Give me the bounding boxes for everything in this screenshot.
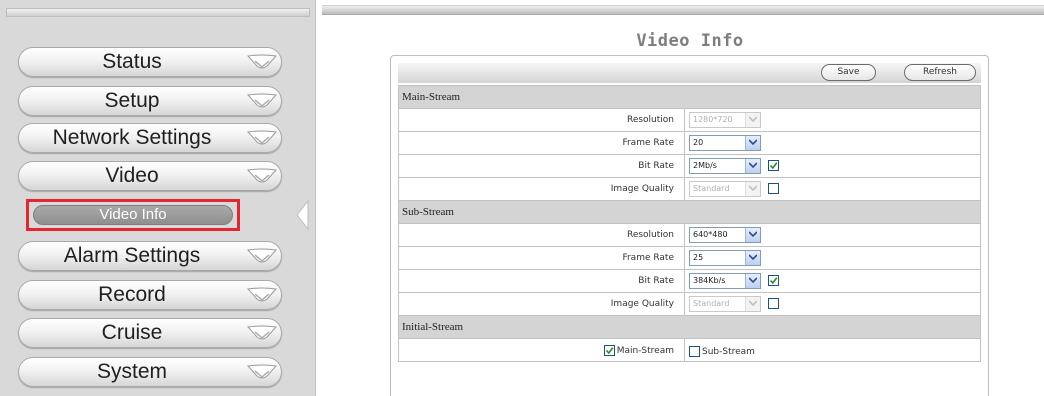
main-resolution-label: Resolution bbox=[398, 108, 685, 132]
table-row: Bit Rate 2Mb/s bbox=[398, 154, 981, 178]
chevron-down-icon bbox=[247, 287, 277, 302]
main-stream-header: Main-Stream bbox=[398, 85, 981, 109]
sub-frame-rate-select[interactable]: 25 bbox=[689, 249, 761, 266]
nav-item-label: Status bbox=[102, 50, 162, 73]
table-row: Resolution 1280*720 bbox=[398, 108, 981, 132]
sub-stream-header: Sub-Stream bbox=[398, 200, 981, 224]
main-image-quality-value: Standard bbox=[693, 183, 730, 193]
main-image-quality-label: Image Quality bbox=[398, 177, 685, 201]
chevron-down-icon bbox=[247, 168, 277, 183]
initial-sub-stream-checkbox[interactable] bbox=[689, 346, 700, 357]
sub-bit-rate-checkbox[interactable] bbox=[768, 275, 780, 287]
sub-image-quality-select: Standard bbox=[689, 295, 761, 312]
section-row: Initial-Stream bbox=[398, 315, 981, 339]
sub-bit-rate-select[interactable]: 384Kb/s bbox=[689, 272, 761, 289]
page-title: Video Info bbox=[636, 31, 744, 51]
main-resolution-select: 1280*720 bbox=[689, 111, 761, 128]
main-resolution-value: 1280*720 bbox=[693, 114, 733, 124]
dropdown-arrow-icon bbox=[745, 227, 760, 242]
table-row: Image Quality Standard bbox=[398, 177, 981, 201]
section-row: Main-Stream bbox=[398, 85, 981, 109]
nav-item-label: Alarm Settings bbox=[63, 244, 201, 267]
nav-subitem-video-info[interactable]: Video Info bbox=[33, 205, 233, 225]
sidebar-top-bar bbox=[6, 8, 310, 17]
chevron-down-icon bbox=[247, 248, 277, 263]
checkmark-icon bbox=[770, 277, 778, 285]
chevron-down-icon bbox=[247, 130, 277, 145]
dropdown-arrow-icon bbox=[745, 250, 760, 265]
nav-item-label: Cruise bbox=[101, 321, 163, 344]
sub-resolution-label: Resolution bbox=[398, 223, 685, 247]
table-row: Frame Rate 20 bbox=[398, 131, 981, 155]
dropdown-arrow-icon bbox=[745, 158, 760, 173]
chevron-down-icon bbox=[247, 325, 277, 340]
dropdown-arrow-icon bbox=[745, 273, 760, 288]
main-bit-rate-value: 2Mb/s bbox=[693, 160, 717, 170]
nav-item-record[interactable]: Record bbox=[18, 280, 282, 310]
initial-main-stream-checkbox[interactable] bbox=[603, 344, 615, 356]
collapse-left-arrow-icon[interactable] bbox=[294, 199, 310, 231]
sidebar-nav: Status Setup Network Settings Video Vide… bbox=[0, 0, 316, 396]
checkmark-icon bbox=[770, 162, 778, 170]
main-image-quality-select: Standard bbox=[689, 180, 761, 197]
sub-bit-rate-label: Bit Rate bbox=[398, 269, 685, 293]
table-row: Image Quality Standard bbox=[398, 292, 981, 316]
nav-item-cruise[interactable]: Cruise bbox=[18, 318, 282, 348]
nav-item-network-settings[interactable]: Network Settings bbox=[18, 123, 282, 153]
refresh-button[interactable]: Refresh bbox=[904, 64, 976, 81]
panel-toolbar: Save Refresh bbox=[398, 63, 981, 83]
table-row: Frame Rate 25 bbox=[398, 246, 981, 270]
chevron-down-icon bbox=[247, 93, 277, 108]
chevron-down-icon bbox=[247, 54, 277, 69]
dropdown-arrow-icon bbox=[745, 135, 760, 150]
initial-main-stream-label: Main-Stream bbox=[616, 345, 674, 356]
main-frame-rate-select[interactable]: 20 bbox=[689, 134, 761, 151]
nav-item-label: Record bbox=[98, 283, 166, 306]
main-frame-rate-value: 20 bbox=[693, 137, 704, 147]
section-row: Sub-Stream bbox=[398, 200, 981, 224]
save-button[interactable]: Save bbox=[821, 64, 876, 81]
nav-item-setup[interactable]: Setup bbox=[18, 86, 282, 116]
sub-image-quality-label: Image Quality bbox=[398, 292, 685, 316]
video-info-highlight: Video Info bbox=[26, 199, 240, 231]
dropdown-arrow-icon bbox=[745, 181, 760, 196]
video-info-panel: Save Refresh Main-Stream Resolution 1280… bbox=[390, 55, 989, 396]
main-frame-rate-label: Frame Rate bbox=[398, 131, 685, 155]
nav-item-video[interactable]: Video bbox=[18, 161, 282, 191]
nav-item-alarm-settings[interactable]: Alarm Settings bbox=[18, 241, 282, 271]
main-bit-rate-checkbox[interactable] bbox=[768, 160, 780, 172]
sub-resolution-select[interactable]: 640*480 bbox=[689, 226, 761, 243]
nav-item-label: Network Settings bbox=[52, 126, 212, 149]
nav-item-status[interactable]: Status bbox=[18, 47, 282, 77]
sub-frame-rate-value: 25 bbox=[693, 252, 704, 262]
nav-item-label: System bbox=[96, 360, 167, 383]
table-row: Bit Rate 384Kb/s bbox=[398, 269, 981, 293]
nav-item-label: Video bbox=[105, 164, 159, 187]
dropdown-arrow-icon bbox=[745, 112, 760, 127]
table-row: Resolution 640*480 bbox=[398, 223, 981, 247]
sub-bit-rate-value: 384Kb/s bbox=[693, 275, 726, 285]
main-bit-rate-select[interactable]: 2Mb/s bbox=[689, 157, 761, 174]
main-top-bar bbox=[322, 5, 1044, 15]
checkmark-icon bbox=[605, 346, 614, 354]
video-settings-table: Main-Stream Resolution 1280*720 Frame Ra… bbox=[398, 85, 981, 362]
nav-item-label: Setup bbox=[104, 89, 160, 112]
chevron-down-icon bbox=[247, 364, 277, 379]
sub-resolution-value: 640*480 bbox=[693, 229, 728, 239]
sub-image-quality-value: Standard bbox=[693, 298, 730, 308]
dropdown-arrow-icon bbox=[745, 296, 760, 311]
sub-image-quality-checkbox[interactable] bbox=[768, 298, 780, 310]
sub-frame-rate-label: Frame Rate bbox=[398, 246, 685, 270]
main-image-quality-checkbox[interactable] bbox=[768, 183, 780, 195]
initial-sub-stream-option[interactable]: Sub-Stream bbox=[689, 346, 755, 357]
nav-item-system[interactable]: System bbox=[18, 357, 282, 387]
initial-main-stream-option[interactable]: Main-Stream bbox=[603, 344, 674, 356]
table-row: Main-Stream Sub-Stream bbox=[398, 338, 981, 362]
initial-stream-header: Initial-Stream bbox=[398, 315, 981, 339]
main-bit-rate-label: Bit Rate bbox=[398, 154, 685, 178]
initial-sub-stream-label: Sub-Stream bbox=[702, 347, 755, 357]
